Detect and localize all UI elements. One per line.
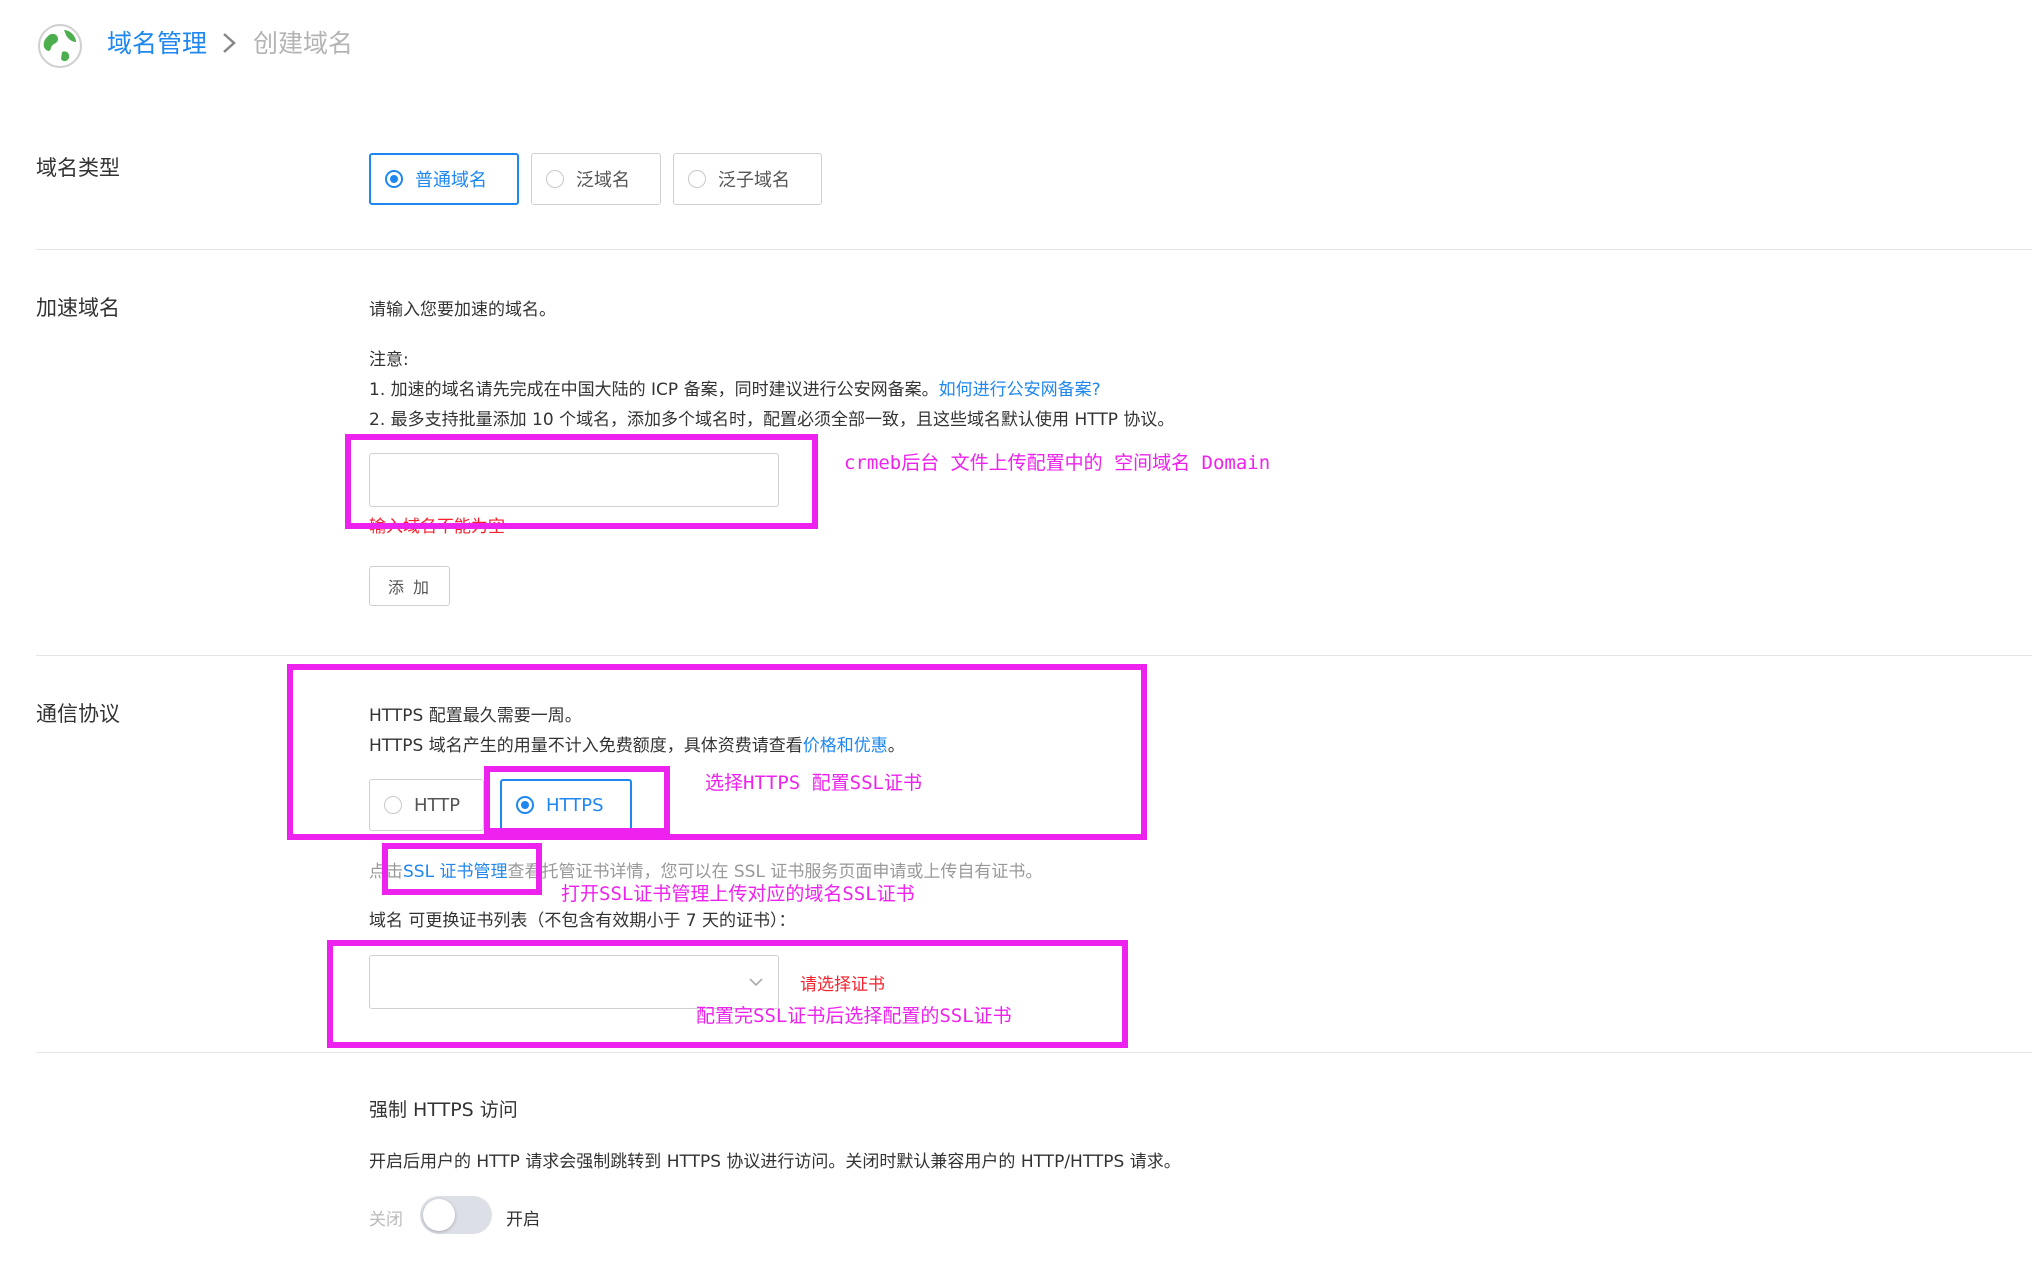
annotation-box-cert <box>327 940 1128 1048</box>
radio-indicator <box>546 170 564 188</box>
radio-label: HTTP <box>414 794 461 816</box>
annotation-text-https: 选择HTTPS 配置SSL证书 <box>705 772 922 794</box>
domain-type-label: 域名类型 <box>36 156 120 180</box>
https-billing-note: HTTPS 域名产生的用量不计入免费额度，具体资费请查看价格和优惠。 <box>369 731 905 756</box>
annotation-box-https <box>484 766 670 834</box>
accel-intro-text: 请输入您要加速的域名。 <box>369 300 556 320</box>
protocol-label: 通信协议 <box>36 702 120 726</box>
globe-logo-icon <box>38 24 82 68</box>
add-domain-button[interactable]: 添 加 <box>369 566 450 606</box>
radio-indicator <box>385 170 403 188</box>
section-divider <box>36 249 2032 250</box>
police-filing-link[interactable]: 如何进行公安网备案? <box>939 380 1101 400</box>
force-https-toggle[interactable] <box>420 1196 492 1234</box>
note-title: 注意: <box>369 350 409 370</box>
breadcrumb-current: 创建域名 <box>253 29 354 58</box>
cert-list-label: 域名 可更换证书列表（不包含有效期小于 7 天的证书）： <box>369 911 796 931</box>
force-https-description: 开启后用户的 HTTP 请求会强制跳转到 HTTPS 协议进行访问。关闭时默认兼… <box>369 1152 1181 1172</box>
note-line-1-text: 1. 加速的域名请先完成在中国大陆的 ICP 备案，同时建议进行公安网备案。 <box>369 380 939 400</box>
radio-http[interactable]: HTTP <box>369 779 484 831</box>
force-https-title: 强制 HTTPS 访问 <box>369 1099 518 1121</box>
radio-label: 泛域名 <box>576 170 630 191</box>
accel-domain-label: 加速域名 <box>36 296 120 320</box>
note-line-2: 2. 最多支持批量添加 10 个域名，添加多个域名时，配置必须全部一致，且这些域… <box>369 410 1175 430</box>
annotation-box-domain <box>345 434 818 529</box>
note-line-1: 1. 加速的域名请先完成在中国大陆的 ICP 备案，同时建议进行公安网备案。如何… <box>369 375 1101 400</box>
radio-label: 普通域名 <box>415 170 487 191</box>
https-billing-text: HTTPS 域名产生的用量不计入免费额度，具体资费请查看 <box>369 736 803 756</box>
radio-wildcard-sub-domain[interactable]: 泛子域名 <box>673 153 822 205</box>
radio-wildcard-domain[interactable]: 泛域名 <box>531 153 661 205</box>
toggle-knob <box>423 1199 455 1231</box>
annotation-text-domain: crmeb后台 文件上传配置中的 空间域名 Domain <box>844 452 1271 474</box>
section-divider <box>36 655 2032 656</box>
https-billing-end: 。 <box>887 736 905 756</box>
annotation-text-cert: 配置完SSL证书后选择配置的SSL证书 <box>696 1005 1012 1027</box>
toggle-off-label: 关闭 <box>369 1210 403 1230</box>
radio-indicator <box>688 170 706 188</box>
annotation-box-ssl <box>382 843 542 895</box>
breadcrumb-root-link[interactable]: 域名管理 <box>107 24 207 60</box>
annotation-text-ssl: 打开SSL证书管理上传对应的域名SSL证书 <box>561 883 915 905</box>
https-config-note: HTTPS 配置最久需要一周。 <box>369 706 582 726</box>
radio-normal-domain[interactable]: 普通域名 <box>369 153 519 205</box>
radio-label: 泛子域名 <box>718 170 790 191</box>
chevron-right-icon <box>223 33 236 53</box>
radio-indicator <box>384 796 402 814</box>
pricing-link[interactable]: 价格和优惠 <box>803 736 888 756</box>
toggle-on-label: 开启 <box>506 1210 540 1230</box>
section-divider <box>36 1052 2032 1053</box>
